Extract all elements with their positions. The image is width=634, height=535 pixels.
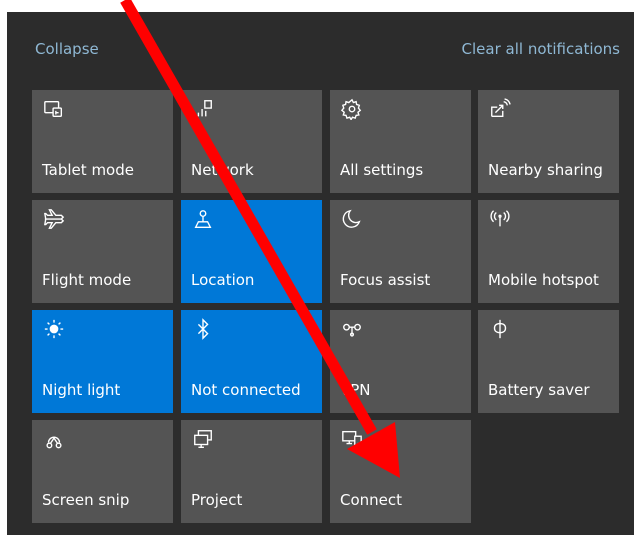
tile-label: Tablet mode [42, 161, 134, 179]
moon-icon [341, 208, 367, 234]
tile-network[interactable]: Network [181, 90, 322, 193]
tile-vpn[interactable]: VPN [330, 310, 471, 413]
airplane-icon [43, 208, 69, 234]
tile-mobile-hotspot[interactable]: Mobile hotspot [478, 200, 619, 303]
tile-connect[interactable]: Connect [330, 420, 471, 523]
collapse-link[interactable]: Collapse [35, 40, 99, 58]
hotspot-icon [489, 208, 515, 234]
action-center-panel: Collapse Clear all notifications Tablet … [7, 12, 634, 535]
vpn-icon [341, 318, 367, 344]
tile-tablet-mode[interactable]: Tablet mode [32, 90, 173, 193]
tile-label: Focus assist [340, 271, 431, 289]
tile-screen-snip[interactable]: Screen snip [32, 420, 173, 523]
tile-bluetooth[interactable]: Not connected [181, 310, 322, 413]
tile-label: Screen snip [42, 491, 130, 509]
clear-all-notifications-link[interactable]: Clear all notifications [462, 40, 620, 58]
tile-label: All settings [340, 161, 424, 179]
tile-flight-mode[interactable]: Flight mode [32, 200, 173, 303]
tile-all-settings[interactable]: All settings [330, 90, 471, 193]
tile-label: Location [191, 271, 255, 289]
bluetooth-icon [192, 318, 218, 344]
tile-label: Network [191, 161, 254, 179]
connect-icon [341, 428, 367, 454]
tile-location[interactable]: Location [181, 200, 322, 303]
tile-label: Battery saver [488, 381, 590, 399]
project-icon [192, 428, 218, 454]
tile-label: Project [191, 491, 243, 509]
tile-label: VPN [340, 381, 371, 399]
tile-focus-assist[interactable]: Focus assist [330, 200, 471, 303]
battery-saver-icon [489, 318, 515, 344]
tile-nearby-sharing[interactable]: Nearby sharing [478, 90, 619, 193]
tile-label: Connect [340, 491, 403, 509]
network-icon [192, 98, 218, 124]
screen-snip-icon [43, 428, 69, 454]
location-icon [192, 208, 218, 234]
tile-label: Flight mode [42, 271, 132, 289]
nearby-sharing-icon [489, 98, 515, 124]
sun-icon [43, 318, 69, 344]
tile-label: Mobile hotspot [488, 271, 599, 289]
tablet-mode-icon [43, 98, 69, 124]
tile-battery-saver[interactable]: Battery saver [478, 310, 619, 413]
tile-label: Night light [42, 381, 121, 399]
gear-icon [341, 98, 367, 124]
tile-label: Not connected [191, 381, 301, 399]
tile-project[interactable]: Project [181, 420, 322, 523]
tile-night-light[interactable]: Night light [32, 310, 173, 413]
tile-label: Nearby sharing [488, 161, 603, 179]
